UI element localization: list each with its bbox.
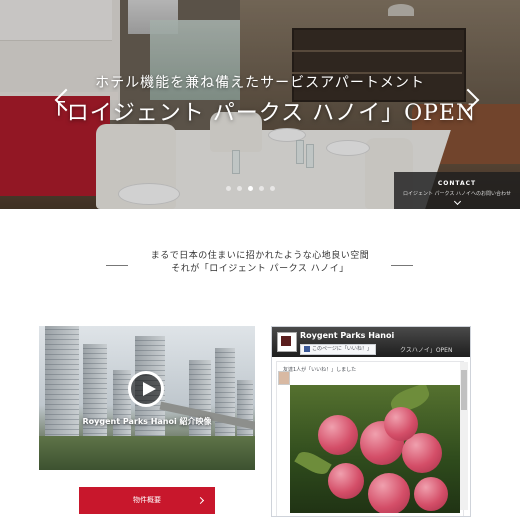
facebook-post-text: 友達1人が「いいね！」しました [283,367,357,373]
slide-dot[interactable] [237,186,242,191]
scrollbar-thumb[interactable] [461,370,467,410]
building [113,370,131,440]
play-icon[interactable] [128,371,164,407]
slide-dot[interactable] [270,186,275,191]
hero-slideshow[interactable]: ホテル機能を兼ね備えたサービスアパートメント 「ロイジェント パークス ハノイ」… [0,0,520,209]
scrollbar[interactable] [460,362,468,510]
slide-indicator [226,186,275,191]
intro-line-1: まるで日本の住まいに招かれたような心地良い空間 [150,251,370,261]
video-caption: Roygent Parks Hanoi 紹介映像 [82,417,212,426]
hero-subtitle: ホテル機能を兼ね備えたサービスアパートメント [95,75,425,91]
facebook-like-label: このページに「いいね！」 [312,346,372,352]
hero-title: 「ロイジェント パークス ハノイ」OPEN [43,101,477,126]
chevron-down-icon [453,197,461,206]
page-logo-icon [277,332,297,352]
facebook-widget[interactable]: Roygent Parks Hanoi このページに「いいね！」 クスハノイ」O… [271,326,471,517]
intro-text: まるで日本の住まいに招かれたような心地良い空間 それが「ロイジェント パークス … [0,250,520,276]
slide-dot[interactable] [259,186,264,191]
facebook-icon [304,345,310,352]
facebook-page-name[interactable]: Roygent Parks Hanoi [300,331,394,340]
avatar[interactable] [278,371,290,385]
contact-subtitle: ロイジェント パークス ハノイへのお問い合わせ [402,191,512,197]
building [189,360,211,440]
facebook-header-tail: クスハノイ」OPEN [400,347,453,354]
slide-dot-active[interactable] [248,186,253,191]
contact-title: CONTACT [437,180,477,187]
trees [39,436,255,470]
facebook-like-button[interactable]: このページに「いいね！」 [300,344,376,355]
contact-button[interactable]: CONTACT ロイジェント パークス ハノイへのお問い合わせ [394,172,520,209]
property-overview-button[interactable]: 物件概要 [79,487,215,514]
property-overview-label: 物件概要 [133,496,161,504]
facebook-header: Roygent Parks Hanoi このページに「いいね！」 クスハノイ」O… [272,327,470,357]
slide-dot[interactable] [226,186,231,191]
facebook-post-image[interactable] [290,385,460,513]
chevron-right-icon [196,496,205,505]
building [237,380,253,440]
intro-line-2: それが「ロイジェント パークス ハノイ」 [171,264,349,274]
